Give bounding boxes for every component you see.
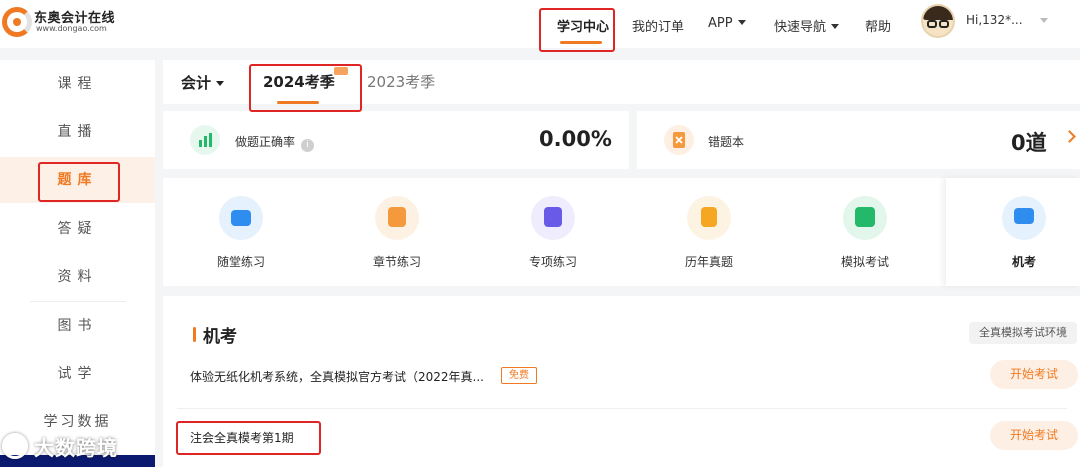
exam-paper-icon bbox=[687, 196, 731, 240]
func-label: 历年真题 bbox=[684, 255, 733, 269]
func-chapter-practice[interactable]: 章节练习 bbox=[319, 178, 475, 286]
wrongbook-label: 错题本 bbox=[708, 135, 745, 149]
clipboard-icon bbox=[843, 196, 887, 240]
site-logo[interactable]: 东奥会计在线 www.dongao.com bbox=[2, 5, 122, 41]
accuracy-card: 做题正确率 i 0.00% bbox=[163, 111, 629, 169]
subject-label: 会计 bbox=[181, 74, 212, 92]
logo-url: www.dongao.com bbox=[36, 24, 107, 33]
sidebar-item-qa[interactable]: 答疑 bbox=[0, 206, 155, 252]
tab-season-2023[interactable]: 2023考季 bbox=[367, 71, 435, 92]
annotation-box bbox=[176, 421, 321, 455]
func-label: 机考 bbox=[1011, 255, 1036, 269]
func-class-practice[interactable]: 随堂练习 bbox=[163, 178, 319, 286]
accuracy-value: 0.00% bbox=[539, 127, 612, 151]
user-avatar[interactable] bbox=[921, 4, 955, 38]
func-special-practice[interactable]: 专项练习 bbox=[475, 178, 631, 286]
computer-test-icon bbox=[1002, 196, 1046, 240]
func-computer-test[interactable]: 机考 bbox=[946, 178, 1080, 286]
chevron-down-icon bbox=[831, 24, 840, 29]
exam-environment-chip[interactable]: 全真模拟考试环境 bbox=[969, 322, 1077, 344]
wrongbook-value: 0道 bbox=[1011, 131, 1047, 155]
func-label: 随堂练习 bbox=[216, 255, 265, 269]
free-badge: 免费 bbox=[501, 367, 537, 384]
nav-my-orders[interactable]: 我的订单 bbox=[632, 16, 684, 35]
sidebar-item-trial[interactable]: 试学 bbox=[0, 351, 155, 397]
sidebar-item-materials[interactable]: 资料 bbox=[0, 254, 155, 300]
annotation-box bbox=[38, 162, 120, 202]
sidebar-item-books[interactable]: 图书 bbox=[0, 303, 155, 349]
row-divider bbox=[177, 408, 1067, 409]
exam-title: 体验无纸化机考系统，全真模拟官方考试（2022年真... bbox=[190, 370, 484, 384]
sidebar: 课程 直播 题库 答疑 资料 图书 试学 学习数据 bbox=[0, 60, 155, 467]
accuracy-label-text: 做题正确率 bbox=[235, 135, 296, 149]
section-title: 机考 bbox=[203, 327, 237, 347]
wrongbook-card[interactable]: 错题本 0道 bbox=[637, 111, 1080, 169]
func-past-papers[interactable]: 历年真题 bbox=[631, 178, 787, 286]
logo-icon bbox=[2, 7, 32, 37]
chevron-down-icon bbox=[216, 81, 225, 86]
sidebar-item-live[interactable]: 直播 bbox=[0, 109, 155, 155]
user-greeting[interactable]: Hi,132*... bbox=[966, 13, 1023, 27]
watermark-logo-icon bbox=[2, 433, 28, 459]
document-icon bbox=[531, 196, 575, 240]
chevron-down-icon bbox=[737, 20, 746, 25]
book-icon bbox=[375, 196, 419, 240]
nav-app[interactable]: APP bbox=[708, 16, 746, 31]
start-exam-button[interactable]: 开始考试 bbox=[990, 360, 1078, 389]
func-label: 章节练习 bbox=[372, 255, 421, 269]
nav-help[interactable]: 帮助 bbox=[865, 16, 891, 35]
accuracy-label: 做题正确率 i bbox=[235, 133, 315, 152]
watermark: 大数跨境 bbox=[2, 432, 118, 464]
func-label: 专项练习 bbox=[528, 255, 577, 269]
annotation-box bbox=[249, 64, 362, 112]
watermark-text: 大数跨境 bbox=[34, 436, 118, 460]
start-exam-button[interactable]: 开始考试 bbox=[990, 421, 1078, 450]
sidebar-divider bbox=[30, 301, 126, 302]
chevron-right-icon[interactable] bbox=[1063, 130, 1076, 143]
subject-selector[interactable]: 会计 bbox=[181, 72, 225, 93]
bar-chart-icon bbox=[190, 125, 220, 155]
info-icon[interactable]: i bbox=[301, 139, 315, 152]
practice-functions: 随堂练习 章节练习 专项练习 历年真题 模拟考试 机考 bbox=[163, 178, 1080, 286]
nav-quick-navigation[interactable]: 快速导航 bbox=[774, 16, 840, 35]
func-label: 模拟考试 bbox=[840, 255, 889, 269]
video-board-icon bbox=[219, 196, 263, 240]
annotation-box bbox=[539, 8, 615, 52]
nav-app-label: APP bbox=[708, 16, 733, 31]
wrongbook-icon bbox=[664, 125, 694, 155]
exam-row: 体验无纸化机考系统，全真模拟官方考试（2022年真... 免费 开始考试 bbox=[163, 352, 1080, 400]
sidebar-item-courses[interactable]: 课程 bbox=[0, 61, 155, 107]
nav-quick-navigation-label: 快速导航 bbox=[774, 20, 827, 35]
section-accent-bar bbox=[193, 327, 196, 342]
func-mock-exam[interactable]: 模拟考试 bbox=[787, 178, 943, 286]
user-menu-chevron-icon[interactable] bbox=[1040, 18, 1048, 23]
